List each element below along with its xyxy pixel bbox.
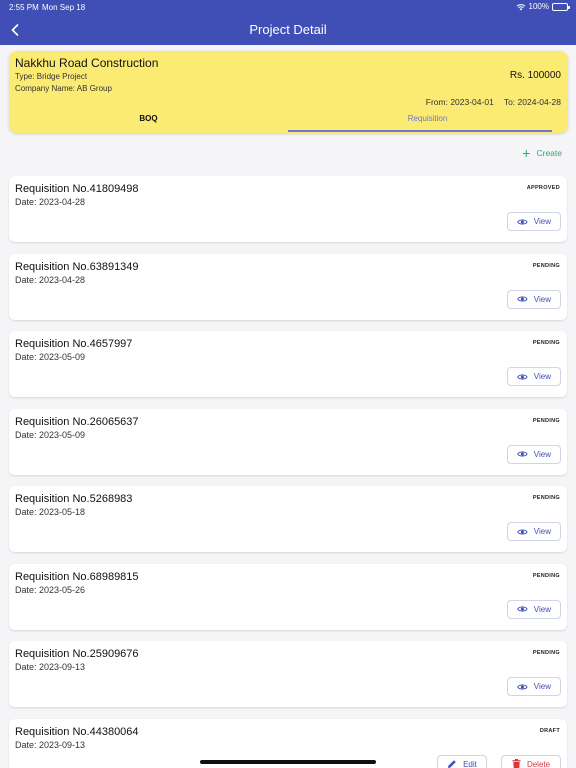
tab-requisition[interactable]: Requisition	[288, 111, 567, 133]
project-from-date: From: 2023-04-01	[425, 97, 494, 107]
view-label: View	[533, 294, 551, 304]
app-header: 2:55 PM Mon Sep 18 100% Project Detail	[0, 0, 576, 45]
requisition-date: Date: 2023-04-28	[15, 197, 86, 207]
status-badge: APPROVED	[526, 185, 560, 191]
requisition-number: Requisition No.5268983	[15, 493, 133, 505]
tab-boq[interactable]: BOQ	[9, 111, 288, 133]
view-label: View	[533, 527, 551, 536]
eye-icon	[517, 219, 528, 224]
status-badge: PENDING	[532, 417, 560, 424]
view-label: View	[533, 604, 551, 614]
requisition-number: Requisition No.25909676	[15, 648, 139, 660]
project-company: Company Name: AB Group	[15, 84, 112, 93]
status-badge: PENDING	[532, 340, 560, 346]
requisition-date: Date: 2023-04-28	[15, 274, 86, 285]
eye-icon	[517, 606, 528, 612]
requisition-card: Requisition No.5268983 Date: 2023-05-18 PE…	[9, 486, 567, 552]
delete-button[interactable]: Delete	[501, 754, 561, 768]
status-badge: PENDING	[532, 495, 560, 501]
tab-requisition-label: Requisition	[407, 114, 448, 123]
requisition-number: Requisition No.44380064	[15, 725, 139, 738]
tab-boq-label: BOQ	[139, 114, 158, 123]
requisition-card: Requisition No.68989815 Date: 2023-05-26 P…	[9, 563, 567, 630]
project-summary-card: Nakkhu Road Construction Type: Bridge Pr…	[9, 51, 568, 133]
view-button[interactable]: View	[507, 677, 561, 696]
view-button[interactable]: View	[507, 599, 561, 619]
eye-icon	[517, 684, 528, 689]
requisition-date: Date: 2023-09-13	[15, 662, 86, 672]
requisition-number: Requisition No.26065637	[15, 415, 139, 428]
eye-icon	[517, 374, 528, 379]
requisition-number: Requisition No.41809498	[15, 183, 139, 195]
edit-label: Edit	[463, 759, 477, 768]
requisition-date: Date: 2023-05-18	[15, 507, 86, 517]
requisition-card: Requisition No.4657997 Date: 2023-05-09 PE…	[9, 331, 567, 397]
create-button[interactable]: + Create	[522, 145, 562, 161]
project-type: Type: Bridge Project	[15, 72, 88, 81]
view-label: View	[533, 217, 551, 226]
eye-icon	[517, 451, 528, 457]
trash-icon	[512, 759, 521, 768]
requisition-date: Date: 2023-05-09	[15, 429, 86, 440]
status-date: Mon Sep 18	[42, 3, 86, 12]
status-bar: 2:55 PM Mon Sep 18 100%	[0, 0, 576, 14]
status-badge: PENDING	[532, 650, 560, 656]
status-badge: PENDING	[532, 572, 560, 579]
view-button[interactable]: View	[507, 289, 561, 309]
plus-icon: +	[522, 145, 531, 161]
view-label: View	[533, 682, 551, 691]
page-title: Project Detail	[249, 22, 327, 37]
active-tab-indicator	[288, 130, 552, 132]
view-label: View	[533, 372, 551, 381]
status-time: 2:55 PM	[9, 3, 39, 12]
project-dates: From: 2023-04-01 To: 2024-04-28	[426, 97, 561, 107]
requisition-number: Requisition No.63891349	[15, 260, 139, 273]
battery-icon	[552, 2, 570, 11]
project-amount: Rs. 100000	[509, 70, 561, 81]
status-badge: DRAFT	[539, 727, 560, 734]
eye-icon	[517, 529, 528, 534]
requisition-card: Requisition No.41809498 Date: 2023-04-28 A…	[9, 176, 567, 242]
eye-icon	[517, 296, 528, 302]
status-badge: PENDING	[532, 262, 560, 269]
battery-percent: 100%	[528, 2, 549, 11]
view-button[interactable]: View	[507, 212, 561, 231]
view-button[interactable]: View	[507, 522, 561, 541]
requisition-card: Requisition No.26065637 Date: 2023-05-09 P…	[9, 408, 567, 475]
requisition-number: Requisition No.68989815	[15, 570, 139, 583]
requisition-date: Date: 2023-09-13	[15, 739, 86, 750]
home-indicator	[200, 760, 376, 764]
requisition-date: Date: 2023-05-09	[15, 352, 86, 362]
wifi-icon	[516, 3, 525, 10]
create-label: Create	[536, 148, 562, 158]
view-button[interactable]: View	[507, 367, 561, 386]
edit-icon	[448, 760, 456, 768]
edit-button[interactable]: Edit	[437, 754, 487, 768]
requisition-card: Requisition No.25909676 Date: 2023-09-13 P…	[9, 641, 567, 707]
project-to-date: To: 2024-04-28	[503, 97, 561, 107]
requisition-number: Requisition No.4657997	[15, 338, 133, 350]
view-button[interactable]: View	[507, 444, 561, 464]
project-tabs: BOQ Requisition	[9, 111, 568, 133]
requisition-card: Requisition No.63891349 Date: 2023-04-28 P…	[9, 253, 567, 320]
requisition-date: Date: 2023-05-26	[15, 584, 86, 595]
delete-label: Delete	[526, 759, 551, 768]
view-label: View	[533, 449, 551, 459]
project-name: Nakkhu Road Construction	[15, 56, 159, 70]
